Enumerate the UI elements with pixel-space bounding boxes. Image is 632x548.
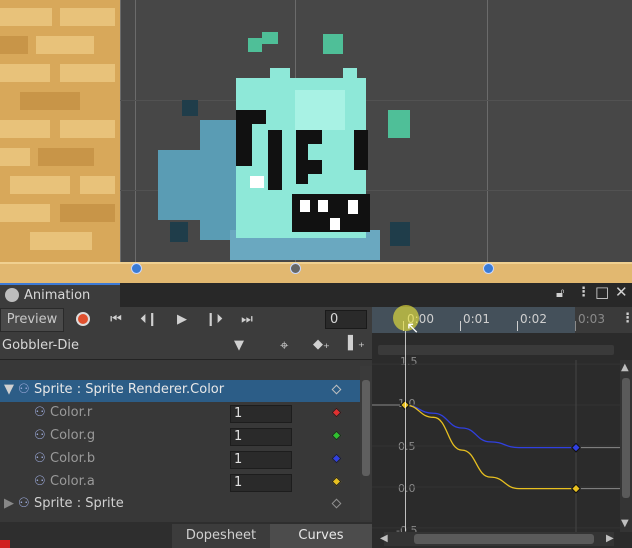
grid-line — [135, 0, 136, 270]
scroll-up-icon[interactable]: ▲ — [621, 362, 629, 373]
filter-by-selection-icon[interactable]: ⌖ — [280, 336, 288, 354]
property-row[interactable]: ⚇ Color.b 1 — [0, 449, 360, 471]
expand-arrow-icon[interactable]: ▶ — [4, 496, 14, 511]
first-keyframe-icon[interactable]: ⏮ — [104, 308, 128, 332]
property-row[interactable]: ▶ ⚇ Sprite : Sprite — [0, 494, 360, 516]
value-field[interactable]: 1 — [230, 474, 292, 492]
kebab-menu-icon[interactable]: ⋮ — [577, 285, 590, 300]
collapse-arrow-icon[interactable]: ▼ — [4, 382, 14, 397]
maximize-icon[interactable]: □ — [595, 283, 609, 301]
brick-wall — [0, 0, 120, 270]
grid-line — [487, 0, 488, 270]
property-row[interactable]: ⚇ Color.a 1 — [0, 472, 360, 494]
keyframe-diamond-icon[interactable] — [331, 384, 342, 395]
play-icon[interactable]: ▶ — [170, 308, 194, 332]
tab-title: Animation — [24, 288, 91, 303]
script-icon: ⚇ — [34, 451, 46, 466]
previous-keyframe-icon[interactable]: ⏴︎❙ — [137, 308, 161, 332]
close-icon[interactable]: ✕ — [615, 283, 628, 301]
property-label: Color.r — [50, 405, 93, 420]
horizontal-scrollbar-thumb[interactable] — [414, 534, 594, 544]
property-row[interactable]: ▼ ⚇ Sprite : Sprite Renderer.Color — [0, 380, 360, 402]
kebab-menu-icon[interactable]: ⋮ — [621, 311, 632, 326]
script-icon: ⚇ — [34, 474, 46, 489]
time-tick: 0:02 — [520, 312, 547, 326]
event-track[interactable] — [378, 345, 614, 355]
animation-window-icon — [5, 288, 19, 302]
tab-curves[interactable]: Curves — [270, 524, 372, 548]
property-label: Color.g — [50, 428, 96, 443]
property-row[interactable]: ⚇ Color.g 1 — [0, 426, 360, 448]
curve-chart[interactable] — [372, 360, 620, 532]
vertical-scrollbar-thumb[interactable] — [622, 378, 630, 498]
script-icon: ⚇ — [34, 428, 46, 443]
frame-field[interactable]: 0 — [325, 310, 367, 329]
scroll-down-icon[interactable]: ▼ — [621, 518, 629, 529]
curve-series-line[interactable] — [404, 404, 576, 490]
mouse-cursor-icon: ↖ — [406, 318, 420, 337]
property-row[interactable]: ⚇ Color.r 1 — [0, 403, 360, 425]
keyframe-diamond-icon[interactable] — [331, 476, 342, 487]
playhead-line — [405, 331, 406, 531]
keyframe-diamond-icon[interactable] — [331, 430, 342, 441]
time-tick: 0:03 — [578, 312, 605, 326]
keyframe-diamond-icon[interactable] — [331, 453, 342, 464]
time-tick: 0:01 — [463, 312, 490, 326]
lock-icon[interactable]: 🔓︎ — [556, 286, 564, 301]
preview-button[interactable]: Preview — [0, 308, 64, 332]
property-label: Color.b — [50, 451, 96, 466]
property-scrollbar-thumb[interactable] — [362, 380, 370, 476]
property-label: Color.a — [50, 474, 95, 489]
script-icon: ⚇ — [18, 496, 30, 511]
keyframe-point[interactable] — [571, 483, 581, 494]
chevron-down-icon[interactable]: ▼ — [234, 338, 244, 353]
clip-dropdown[interactable]: Gobbler-Die — [2, 338, 79, 353]
tab-animation[interactable]: Animation — [0, 283, 120, 307]
value-field[interactable]: 1 — [230, 428, 292, 446]
grid-line — [120, 0, 121, 270]
error-indicator — [0, 540, 10, 548]
keyframe-point[interactable] — [571, 442, 581, 453]
script-icon: ⚇ — [18, 382, 30, 397]
keyframe-diamond-icon[interactable] — [331, 407, 342, 418]
value-field[interactable]: 1 — [230, 405, 292, 423]
add-event-icon[interactable]: ▌₊ — [348, 336, 365, 351]
pivot-handle[interactable] — [290, 263, 301, 274]
scroll-right-icon[interactable]: ▶ — [606, 533, 614, 544]
record-button[interactable] — [76, 312, 90, 326]
script-icon: ⚇ — [34, 405, 46, 420]
keyframe-diamond-icon[interactable] — [331, 498, 342, 509]
transform-handle[interactable] — [483, 263, 494, 274]
transform-handle[interactable] — [131, 263, 142, 274]
scene-view[interactable] — [0, 0, 632, 283]
curve-series-line[interactable] — [404, 404, 576, 449]
add-keyframe-icon[interactable]: ◆₊ — [313, 337, 330, 352]
last-keyframe-icon[interactable]: ⏭ — [234, 308, 260, 332]
value-field[interactable]: 1 — [230, 451, 292, 469]
ground-platform — [0, 262, 632, 283]
tab-dopesheet[interactable]: Dopesheet — [172, 524, 270, 548]
property-label: Sprite : Sprite Renderer.Color — [34, 382, 225, 397]
next-keyframe-icon[interactable]: ❙⏵︎ — [202, 308, 226, 332]
scroll-left-icon[interactable]: ◀ — [380, 533, 388, 544]
property-label: Sprite : Sprite — [34, 496, 124, 511]
